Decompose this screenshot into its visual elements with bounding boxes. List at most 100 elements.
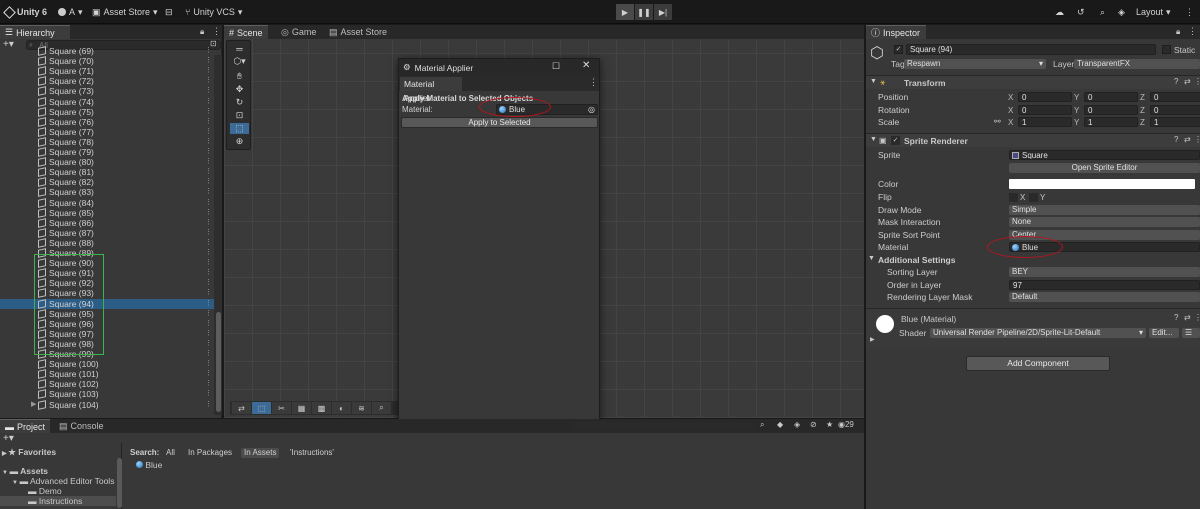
preset-icon[interactable]: ⇄ bbox=[1184, 77, 1191, 86]
color-swatch[interactable] bbox=[1009, 179, 1195, 189]
layers-icon[interactable]: ≋ bbox=[352, 402, 371, 414]
tag-icon[interactable]: ◈ bbox=[794, 420, 800, 429]
hierarchy-item[interactable]: Square (93) ⋮ bbox=[0, 288, 214, 298]
draw-mode-dropdown[interactable]: Simple bbox=[1009, 205, 1200, 215]
hierarchy-item[interactable]: Square (75) ⋮ bbox=[0, 107, 214, 117]
window-titlebar[interactable]: ⚙ Material Applier ☐ ✕ bbox=[399, 59, 599, 76]
more-icon[interactable]: ⋮ bbox=[1194, 313, 1200, 322]
folder-node[interactable]: ▼ ▬ Advanced Editor Tools P bbox=[12, 476, 122, 486]
more-icon[interactable]: ⋮ bbox=[205, 329, 212, 339]
asset-store-menu[interactable]: ▣ Asset Store ▾ bbox=[92, 5, 158, 19]
hierarchy-item[interactable]: Square (74) ⋮ bbox=[0, 97, 214, 107]
more-icon[interactable]: ⋮ bbox=[205, 127, 212, 137]
more-icon[interactable]: ⋮ bbox=[205, 56, 212, 66]
search-icon[interactable]: ⌕ bbox=[372, 402, 391, 414]
flip-x-checkbox[interactable] bbox=[1009, 193, 1018, 202]
hierarchy-item[interactable]: Square (96) ⋮ bbox=[0, 319, 214, 329]
scope-folder[interactable]: 'Instructions' bbox=[287, 448, 337, 458]
more-icon[interactable]: ⋮ bbox=[205, 97, 212, 107]
more-icon[interactable]: ⋮ bbox=[205, 107, 212, 117]
folder-node-selected[interactable]: ▬ Instructions bbox=[0, 496, 116, 506]
tool-menu-button[interactable]: ⬡▾ bbox=[230, 56, 249, 67]
hierarchy-item[interactable]: Square (101) ⋮ bbox=[0, 369, 214, 379]
grid-snap-icon[interactable]: ▦ bbox=[292, 402, 311, 414]
play-button[interactable]: ▶ bbox=[616, 4, 634, 20]
tilemap-icon[interactable]: ▩ bbox=[312, 402, 331, 414]
project-search-input[interactable] bbox=[572, 422, 756, 431]
hierarchy-item[interactable]: Square (99) ⋮ bbox=[0, 349, 214, 359]
position-y-field[interactable]: 0 bbox=[1084, 92, 1138, 102]
vcs-menu[interactable]: ⑂ Unity VCS ▾ bbox=[185, 5, 242, 19]
enabled-checkbox[interactable]: ✓ bbox=[891, 136, 900, 145]
rotate-tool-button[interactable]: ↻ bbox=[230, 97, 249, 108]
more-icon[interactable]: ⋮ bbox=[205, 248, 212, 258]
assets-node[interactable]: ▼ ▬ Assets bbox=[2, 466, 48, 476]
hierarchy-item[interactable]: Square (87) ⋮ bbox=[0, 228, 214, 238]
hierarchy-item[interactable]: Square (86) ⋮ bbox=[0, 218, 214, 228]
account-menu[interactable]: A ▾ bbox=[58, 5, 83, 19]
hierarchy-item[interactable]: Square (97) ⋮ bbox=[0, 329, 214, 339]
shader-dropdown[interactable]: Universal Render Pipeline/2D/Sprite-Lit-… bbox=[930, 328, 1146, 338]
more-icon[interactable]: ⋮ bbox=[205, 198, 212, 208]
help-icon[interactable]: ? bbox=[1174, 77, 1178, 86]
tab-game[interactable]: ◎ Game bbox=[276, 25, 321, 39]
scale-tool-button[interactable]: ⊡ bbox=[230, 110, 249, 121]
hierarchy-item[interactable]: Square (77) ⋮ bbox=[0, 127, 214, 137]
more-icon[interactable]: ⋮ bbox=[589, 77, 598, 88]
hierarchy-item[interactable]: Square (92) ⋮ bbox=[0, 278, 214, 288]
hierarchy-item[interactable]: Square (81) ⋮ bbox=[0, 167, 214, 177]
unity-version-menu[interactable]: Unity 6 bbox=[3, 5, 47, 19]
more-icon[interactable]: ⋮ bbox=[1194, 77, 1200, 86]
search-by-type-icon[interactable]: ⌕ bbox=[760, 420, 764, 430]
layers-button[interactable]: ◈ bbox=[1118, 5, 1125, 19]
order-in-layer-field[interactable]: 97 bbox=[1009, 280, 1200, 290]
additional-settings-foldout[interactable]: Additional Settings bbox=[878, 255, 955, 266]
hierarchy-item[interactable]: ▶ Square (104) ⋮ bbox=[0, 400, 214, 410]
more-icon[interactable]: ⋮ bbox=[205, 389, 212, 399]
static-checkbox[interactable] bbox=[1162, 45, 1171, 54]
tag-dropdown[interactable]: Respawn ▾ bbox=[904, 59, 1046, 69]
label-icon[interactable]: ◆ bbox=[777, 420, 783, 429]
rotation-y-field[interactable]: 0 bbox=[1084, 105, 1138, 115]
step-button[interactable]: ▶| bbox=[654, 4, 672, 20]
rect-select-icon[interactable]: ⬚ bbox=[252, 402, 271, 414]
edit-shader-button[interactable]: Edit... bbox=[1149, 328, 1179, 338]
object-name-field[interactable]: Square (94) bbox=[906, 44, 1156, 55]
shader-list-button[interactable]: ☰ bbox=[1182, 328, 1200, 338]
scale-y-field[interactable]: 1 bbox=[1084, 117, 1138, 127]
help-icon[interactable]: ? bbox=[1174, 313, 1178, 322]
mask-interaction-dropdown[interactable]: None bbox=[1009, 217, 1200, 227]
scale-x-field[interactable]: 1 bbox=[1018, 117, 1072, 127]
more-icon[interactable]: ⋮ bbox=[205, 187, 212, 197]
hierarchy-item[interactable]: Square (73) ⋮ bbox=[0, 86, 214, 96]
more-icon[interactable]: ⋮ bbox=[205, 299, 212, 309]
hand-tool-button[interactable]: ✋︎ bbox=[230, 71, 249, 82]
hierarchy-item[interactable]: Square (84) ⋮ bbox=[0, 198, 214, 208]
apply-to-selected-button[interactable]: Apply to Selected bbox=[401, 117, 598, 128]
hierarchy-item[interactable]: Square (95) ⋮ bbox=[0, 309, 214, 319]
hierarchy-item[interactable]: Square (78) ⋮ bbox=[0, 137, 214, 147]
preset-icon[interactable]: ⇄ bbox=[1184, 313, 1191, 322]
open-sprite-editor-button[interactable]: Open Sprite Editor bbox=[1009, 163, 1200, 173]
tab-project[interactable]: ▬ Project bbox=[0, 419, 50, 433]
more-icon[interactable]: ⋮ bbox=[205, 349, 212, 359]
overlay-handle[interactable]: ═ bbox=[230, 43, 249, 54]
more-icon[interactable]: ⋮ bbox=[1188, 26, 1197, 37]
pause-button[interactable]: ❚❚ bbox=[635, 4, 653, 20]
lock-icon[interactable]: 🔒︎ bbox=[1176, 27, 1180, 37]
sprite-field[interactable]: Square bbox=[1009, 150, 1200, 160]
more-button[interactable]: ⋮ bbox=[1185, 5, 1194, 19]
hierarchy-item[interactable]: Square (91) ⋮ bbox=[0, 268, 214, 278]
tab-asset-store[interactable]: ▤ Asset Store bbox=[324, 25, 392, 39]
more-icon[interactable]: ⋮ bbox=[205, 309, 212, 319]
more-icon[interactable]: ⋮ bbox=[205, 238, 212, 248]
link-icon[interactable]: ⚯ bbox=[994, 117, 1001, 126]
collapse-icon[interactable]: ▼ bbox=[868, 255, 875, 262]
sprite-renderer-header[interactable]: ▼ ▣ ✓ Sprite Renderer ? ⇄ ⋮ bbox=[866, 133, 1200, 147]
hierarchy-item[interactable]: Square (72) ⋮ bbox=[0, 76, 214, 86]
hierarchy-item[interactable]: Square (82) ⋮ bbox=[0, 177, 214, 187]
tab-scene[interactable]: # Scene bbox=[224, 25, 268, 39]
add-component-button[interactable]: Add Component bbox=[966, 356, 1110, 371]
more-icon[interactable]: ⋮ bbox=[205, 66, 212, 76]
position-z-field[interactable]: 0 bbox=[1150, 92, 1200, 102]
